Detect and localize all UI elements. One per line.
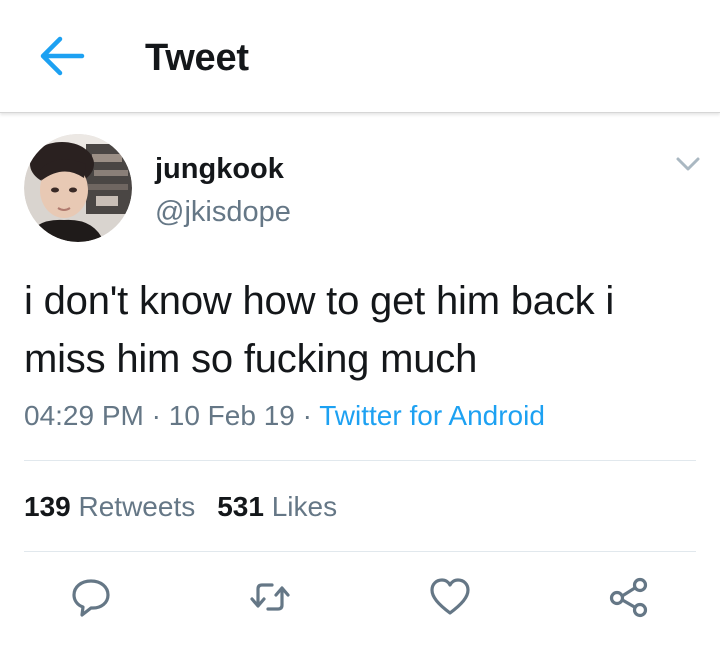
chevron-down-icon [676,157,700,171]
app-header: Tweet [0,0,720,113]
tweet-meta: 04:29 PM · 10 Feb 19 · Twitter for Andro… [24,399,545,433]
share-button[interactable] [607,575,651,619]
avatar[interactable] [24,134,132,242]
tweet-date: 10 Feb 19 [168,400,295,431]
like-button[interactable] [428,575,472,619]
reply-icon [72,579,110,617]
user-handle[interactable]: @jkisdope [155,195,291,229]
tweet-source-link[interactable]: Twitter for Android [319,400,545,431]
retweets-stat[interactable]: 139 Retweets [24,491,195,522]
retweet-icon [250,583,290,611]
tweet-time: 04:29 PM [24,400,144,431]
tweet-options-button[interactable] [672,152,704,176]
reply-button[interactable] [69,575,113,619]
likes-count: 531 [217,491,264,522]
retweets-count: 139 [24,491,71,522]
like-icon [430,578,470,615]
arrow-left-icon [40,36,85,76]
meta-separator: · [143,400,169,431]
divider [24,460,696,461]
divider [24,551,696,552]
retweets-label: Retweets [78,491,196,522]
tweet-stats: 139 Retweets 531 Likes [24,490,337,524]
profile-photo [24,134,132,242]
meta-separator: · [294,400,320,431]
tweet-text: i don't know how to get him back i miss … [24,279,615,381]
retweet-button[interactable] [248,575,292,619]
likes-label: Likes [271,491,338,522]
page-title: Tweet [145,37,249,79]
back-button[interactable] [38,34,86,78]
likes-stat[interactable]: 531 Likes [217,491,337,522]
user-display-name[interactable]: jungkook [155,152,284,186]
share-icon [609,577,648,618]
